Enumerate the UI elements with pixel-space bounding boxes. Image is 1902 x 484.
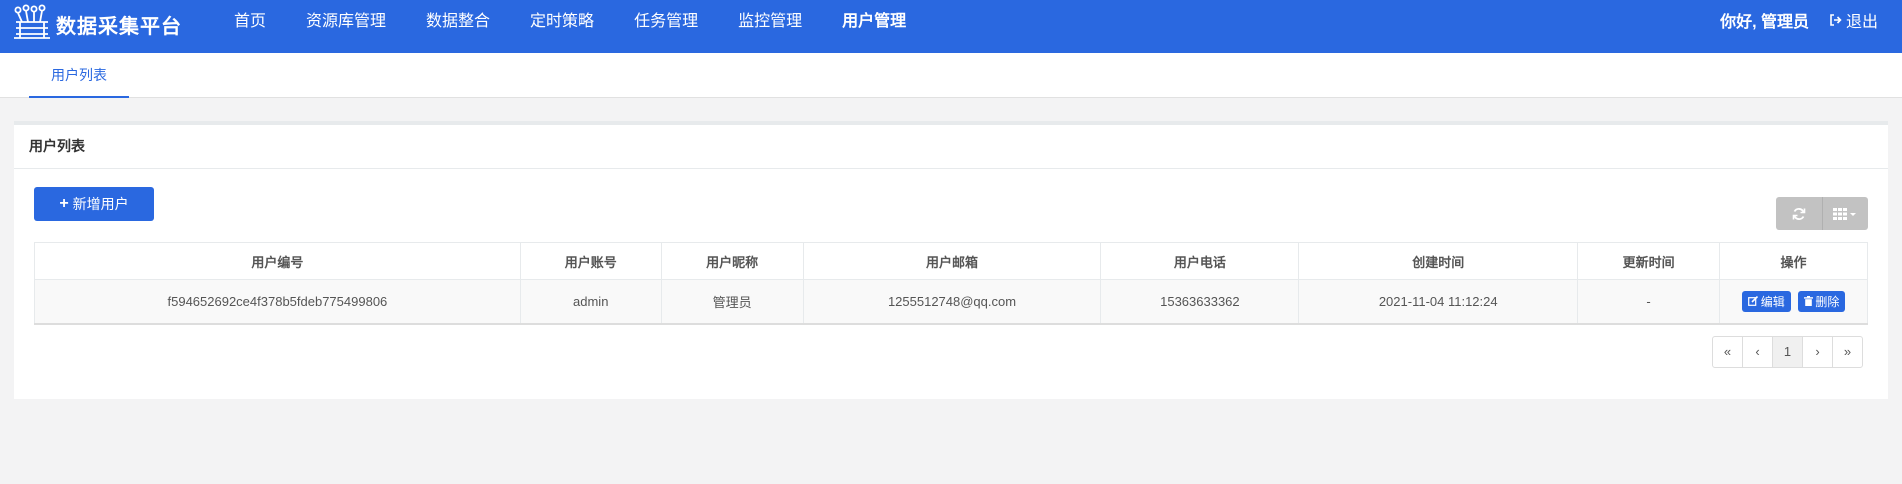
plus-icon: + [59,195,69,212]
columns-toggle-button[interactable] [1821,197,1869,230]
delete-button[interactable]: 删除 [1798,290,1846,312]
cell-created: 2021-11-04 11:12:24 [1298,279,1579,325]
edit-icon [1747,296,1758,307]
user-area: 你好, 管理员 退出 [1720,0,1878,40]
nav-item-monitoring[interactable]: 监控管理 [718,0,822,44]
page-first[interactable]: « [1712,336,1743,368]
page-prev[interactable]: ‹ [1742,336,1773,368]
column-header-nickname[interactable]: 用户昵称 [660,242,804,280]
tab-bar: 用户列表 [0,53,1902,98]
table-toolbar [1776,197,1868,230]
cell-nickname: 管理员 [660,279,804,325]
user-greeting: 你好, 管理员 [1720,14,1809,31]
panel-title: 用户列表 [14,125,1888,169]
nav-item-schedule-strategy[interactable]: 定时策略 [510,0,614,44]
cell-actions: 编辑 删除 [1719,279,1868,325]
top-navbar: 数据采集平台 首页 资源库管理 数据整合 定时策略 任务管理 监控管理 用户管理… [0,0,1902,53]
user-list-panel: 用户列表 + 新增用户 用户编号 用户账号 用户昵称 用户邮箱 用户电话 创建时… [14,121,1888,399]
sign-out-icon [1830,14,1842,26]
page-last[interactable]: » [1832,336,1863,368]
data-hub-icon [14,4,50,39]
nav-item-resource-library[interactable]: 资源库管理 [286,0,406,44]
nav-item-user-management[interactable]: 用户管理 [822,0,926,44]
nav-item-data-integration[interactable]: 数据整合 [406,0,510,44]
page-current[interactable]: 1 [1772,336,1803,368]
nav-item-task-management[interactable]: 任务管理 [614,0,718,44]
pagination: « ‹ 1 › » [1712,336,1863,368]
cell-phone: 15363633362 [1100,279,1300,325]
nav-item-home[interactable]: 首页 [214,0,286,44]
column-header-actions: 操作 [1719,242,1868,280]
page-next[interactable]: › [1802,336,1833,368]
brand-title: 数据采集平台 [56,15,182,38]
cell-email: 1255512748@qq.com [802,279,1102,325]
column-header-account[interactable]: 用户账号 [519,242,662,280]
logout-button[interactable]: 退出 [1829,8,1878,32]
user-table: 用户编号 用户账号 用户昵称 用户邮箱 用户电话 创建时间 更新时间 操作 f5… [34,242,1868,325]
delete-label: 删除 [1815,294,1840,309]
cell-user-id: f594652692ce4f378b5fdeb775499806 [34,279,521,325]
grid-columns-icon [1833,207,1857,220]
brand[interactable]: 数据采集平台 [12,4,182,44]
trash-icon [1804,296,1814,307]
edit-button[interactable]: 编辑 [1741,290,1791,312]
cell-account: admin [519,279,662,325]
column-header-user-id[interactable]: 用户编号 [34,242,521,280]
tab-user-list[interactable]: 用户列表 [29,53,129,98]
refresh-icon [1792,207,1806,220]
add-user-label: 新增用户 [72,196,129,212]
cell-updated: - [1577,279,1721,325]
refresh-button[interactable] [1776,197,1822,230]
edit-label: 编辑 [1760,294,1785,309]
logout-label: 退出 [1845,14,1878,31]
column-header-updated[interactable]: 更新时间 [1577,242,1721,280]
table-header-row: 用户编号 用户账号 用户昵称 用户邮箱 用户电话 创建时间 更新时间 操作 [34,242,1868,280]
main-nav: 首页 资源库管理 数据整合 定时策略 任务管理 监控管理 用户管理 [214,0,926,44]
column-header-created[interactable]: 创建时间 [1298,242,1579,280]
column-header-phone[interactable]: 用户电话 [1100,242,1300,280]
column-header-email[interactable]: 用户邮箱 [802,242,1102,280]
add-user-button[interactable]: + 新增用户 [34,187,154,221]
table-row[interactable]: f594652692ce4f378b5fdeb775499806 admin 管… [34,279,1868,325]
